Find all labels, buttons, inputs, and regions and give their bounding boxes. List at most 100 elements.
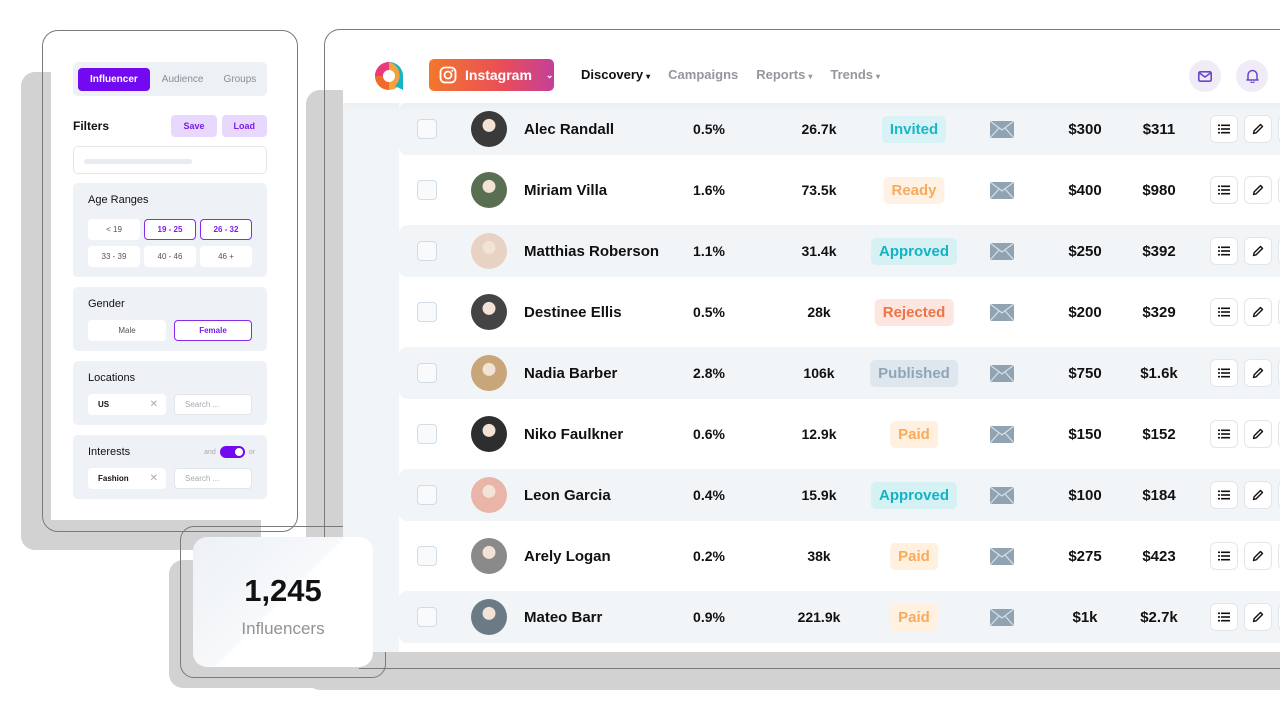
age-chip[interactable]: 40 - 46 xyxy=(144,246,196,267)
table-row[interactable]: Miriam Villa 1.6% 73.5k Ready $400 $980 xyxy=(399,164,1280,216)
age-chip[interactable]: < 19 xyxy=(88,219,140,240)
influencer-name[interactable]: Nadia Barber xyxy=(524,365,617,382)
row-checkbox[interactable] xyxy=(417,424,437,444)
details-button[interactable] xyxy=(1210,542,1238,570)
avatar[interactable] xyxy=(471,294,507,330)
avatar[interactable] xyxy=(471,355,507,391)
status-badge[interactable]: Paid xyxy=(890,420,938,448)
envelope-icon[interactable] xyxy=(990,608,1014,626)
details-button[interactable] xyxy=(1210,176,1238,204)
row-checkbox[interactable] xyxy=(417,302,437,322)
nav-trends[interactable]: Trends ▾ xyxy=(830,67,880,82)
edit-button[interactable] xyxy=(1244,420,1272,448)
status-badge[interactable]: Invited xyxy=(881,115,947,143)
messages-button[interactable] xyxy=(1189,60,1221,92)
edit-button[interactable] xyxy=(1244,603,1272,631)
details-button[interactable] xyxy=(1210,237,1238,265)
details-button[interactable] xyxy=(1210,420,1238,448)
platform-selector[interactable]: Instagram ⌄ xyxy=(429,59,554,91)
influencer-name[interactable]: Miriam Villa xyxy=(524,182,607,199)
details-button[interactable] xyxy=(1210,298,1238,326)
tab-audience[interactable]: Audience xyxy=(154,68,212,91)
influencer-name[interactable]: Alec Randall xyxy=(524,121,614,138)
avatar[interactable] xyxy=(471,416,507,452)
status-badge[interactable]: Ready xyxy=(883,176,945,204)
envelope-icon[interactable] xyxy=(990,486,1014,504)
row-checkbox[interactable] xyxy=(417,485,437,505)
notifications-button[interactable] xyxy=(1236,60,1268,92)
status-badge[interactable]: Approved xyxy=(870,481,958,509)
avatar[interactable] xyxy=(471,538,507,574)
row-checkbox[interactable] xyxy=(417,119,437,139)
row-checkbox[interactable] xyxy=(417,180,437,200)
table-row[interactable]: Nadia Barber 2.8% 106k Published $750 $1… xyxy=(399,347,1280,399)
edit-button[interactable] xyxy=(1244,481,1272,509)
row-checkbox[interactable] xyxy=(417,363,437,383)
status-badge[interactable]: Paid xyxy=(890,603,938,631)
tab-groups[interactable]: Groups xyxy=(216,68,265,91)
table-row[interactable]: Matthias Roberson 1.1% 31.4k Approved $2… xyxy=(399,225,1280,277)
age-chip[interactable]: 26 - 32 xyxy=(200,219,252,240)
envelope-icon[interactable] xyxy=(990,303,1014,321)
row-checkbox[interactable] xyxy=(417,546,437,566)
table-row[interactable]: Mateo Barr 0.9% 221.9k Paid $1k $2.7k xyxy=(399,591,1280,643)
interest-search-input[interactable]: Search ... xyxy=(174,468,252,489)
filter-search-input[interactable] xyxy=(73,146,267,174)
status-badge[interactable]: Paid xyxy=(890,542,938,570)
close-icon[interactable]: ✕ xyxy=(150,473,158,484)
envelope-icon[interactable] xyxy=(990,242,1014,260)
nav-campaigns[interactable]: Campaigns xyxy=(668,67,738,82)
edit-button[interactable] xyxy=(1244,359,1272,387)
details-button[interactable] xyxy=(1210,603,1238,631)
table-row[interactable]: Arely Logan 0.2% 38k Paid $275 $423 xyxy=(399,530,1280,582)
influencer-name[interactable]: Niko Faulkner xyxy=(524,426,623,443)
edit-button[interactable] xyxy=(1244,298,1272,326)
influencer-name[interactable]: Arely Logan xyxy=(524,548,611,565)
avatar[interactable] xyxy=(471,233,507,269)
table-row[interactable]: Alec Randall 0.5% 26.7k Invited $300 $31… xyxy=(399,103,1280,155)
influencer-name[interactable]: Matthias Roberson xyxy=(524,243,659,260)
nav-discovery[interactable]: Discovery ▾ xyxy=(581,67,650,82)
edit-button[interactable] xyxy=(1244,176,1272,204)
age-chip[interactable]: 33 - 39 xyxy=(88,246,140,267)
and-or-toggle[interactable] xyxy=(219,446,245,458)
status-badge[interactable]: Approved xyxy=(870,237,958,265)
envelope-icon[interactable] xyxy=(990,181,1014,199)
avatar[interactable] xyxy=(471,111,507,147)
edit-button[interactable] xyxy=(1244,115,1272,143)
table-row[interactable]: Niko Faulkner 0.6% 12.9k Paid $150 $152 xyxy=(399,408,1280,460)
status-badge[interactable]: Published xyxy=(870,359,958,387)
age-chip[interactable]: 46 + xyxy=(200,246,252,267)
edit-button[interactable] xyxy=(1244,542,1272,570)
avatar[interactable] xyxy=(471,477,507,513)
details-button[interactable] xyxy=(1210,481,1238,509)
nav-reports[interactable]: Reports ▾ xyxy=(756,67,812,82)
table-row[interactable]: Leon Garcia 0.4% 15.9k Approved $100 $18… xyxy=(399,469,1280,521)
details-button[interactable] xyxy=(1210,359,1238,387)
status-badge[interactable]: Rejected xyxy=(874,298,954,326)
influencer-name[interactable]: Destinee Ellis xyxy=(524,304,622,321)
envelope-icon[interactable] xyxy=(990,364,1014,382)
location-search-input[interactable]: Search ... xyxy=(174,394,252,415)
price: $150 xyxy=(1068,425,1102,443)
details-button[interactable] xyxy=(1210,115,1238,143)
influencer-name[interactable]: Mateo Barr xyxy=(524,609,602,626)
envelope-icon[interactable] xyxy=(990,547,1014,565)
avatar[interactable] xyxy=(471,599,507,635)
avatar[interactable] xyxy=(471,172,507,208)
pencil-icon xyxy=(1252,611,1264,623)
row-checkbox[interactable] xyxy=(417,241,437,261)
load-button[interactable]: Load xyxy=(221,115,267,137)
envelope-icon[interactable] xyxy=(990,120,1014,138)
gender-chip-male[interactable]: Male xyxy=(88,320,166,341)
envelope-icon[interactable] xyxy=(990,425,1014,443)
edit-button[interactable] xyxy=(1244,237,1272,265)
age-chip[interactable]: 19 - 25 xyxy=(144,219,196,240)
tab-influencer[interactable]: Influencer xyxy=(78,67,150,91)
table-row[interactable]: Destinee Ellis 0.5% 28k Rejected $200 $3… xyxy=(399,286,1280,338)
save-button[interactable]: Save xyxy=(171,115,217,137)
close-icon[interactable]: ✕ xyxy=(150,399,158,410)
gender-chip-female[interactable]: Female xyxy=(174,320,252,341)
row-checkbox[interactable] xyxy=(417,607,437,627)
influencer-name[interactable]: Leon Garcia xyxy=(524,487,611,504)
